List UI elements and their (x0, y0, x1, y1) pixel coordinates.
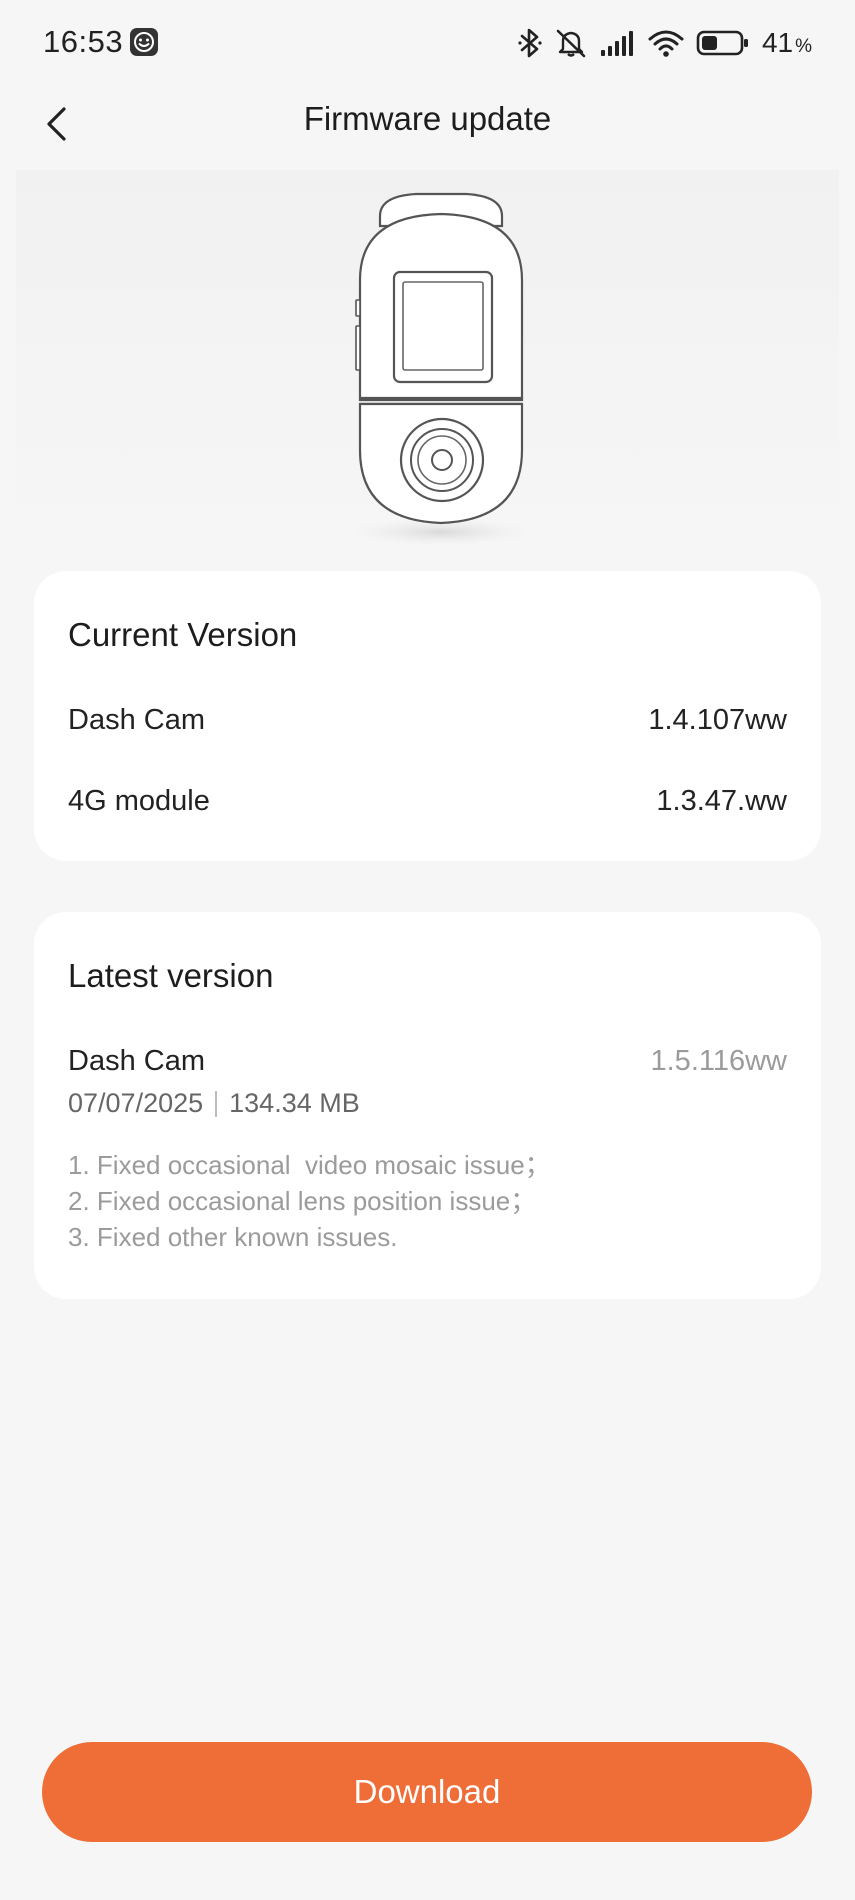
battery-percentage: 41% (762, 27, 812, 59)
dash-cam-current-version: 1.4.107ww (648, 704, 787, 736)
status-time: 16:53 (43, 24, 124, 59)
latest-device-label: Dash Cam (68, 1045, 205, 1077)
page-title: Firmware update (303, 100, 552, 137)
latest-version-title: Latest version (68, 957, 274, 994)
status-icons: 41% (518, 26, 812, 60)
smiley-app-icon (130, 28, 158, 56)
latest-version-number: 1.5.116ww (650, 1045, 788, 1077)
device-hero (16, 170, 839, 550)
release-note: 3. Fixed other known issues. (68, 1222, 398, 1252)
meta-divider (215, 1090, 218, 1117)
wifi-icon (648, 30, 684, 57)
latest-version-card: Latest version Dash Cam 1.5.116ww 07/07/… (34, 912, 821, 1299)
signal-icon (600, 31, 633, 56)
status-bar: 16:53 41 % (0, 0, 855, 86)
4g-module-label: 4G module (68, 785, 210, 817)
release-notes: 1. Fixed occasional video mosaic issue； … (68, 1147, 551, 1255)
battery-percentage-value: 41 (761, 27, 794, 58)
release-note: 2. Fixed occasional lens position issue； (68, 1186, 537, 1216)
bluetooth-icon (518, 28, 542, 58)
battery-icon (696, 30, 748, 56)
header: Firmware update (0, 86, 855, 156)
current-version-card: Current Version Dash Cam 1.4.107ww 4G mo… (34, 571, 821, 861)
download-button[interactable]: Download (42, 1742, 812, 1842)
release-size: 134.34 MB (229, 1088, 360, 1118)
4g-module-current-version: 1.3.47.ww (656, 785, 787, 817)
dash-cam-illustration (351, 192, 531, 546)
release-note: 1. Fixed occasional video mosaic issue； (68, 1150, 551, 1180)
mute-icon (556, 29, 586, 58)
dash-cam-label: Dash Cam (68, 704, 205, 736)
release-date: 07/07/2025 (68, 1088, 204, 1118)
current-version-title: Current Version (68, 616, 298, 653)
release-meta: 07/07/2025 134.34 MB (68, 1088, 360, 1119)
battery-percentage-unit: % (795, 36, 812, 57)
